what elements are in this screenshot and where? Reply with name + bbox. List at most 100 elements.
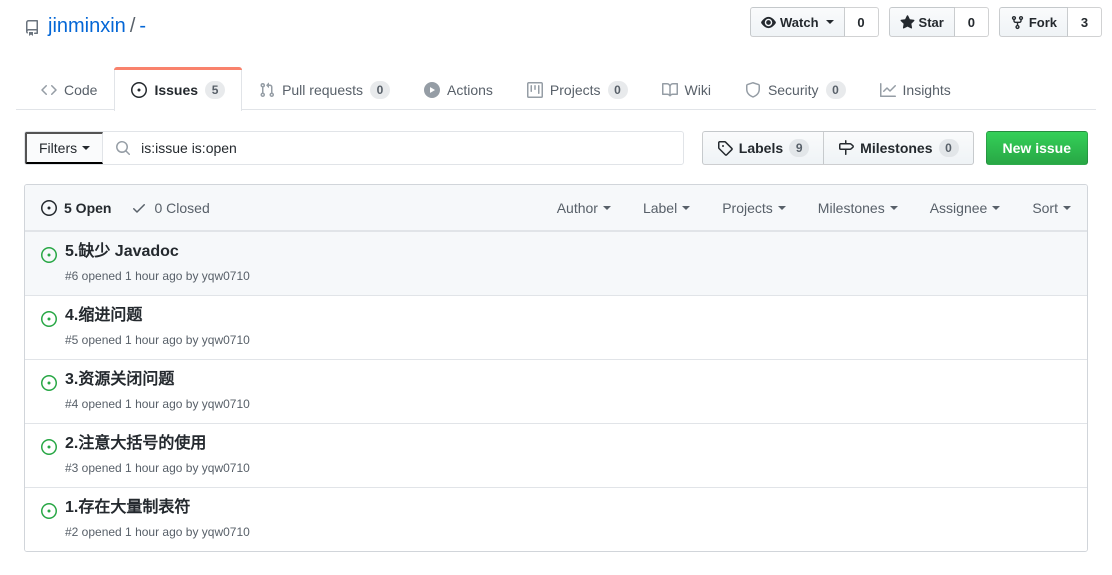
- issues-list-container: 5 Open 0 Closed Author Label Projects Mi…: [24, 184, 1088, 552]
- author-filter-label: Author: [556, 199, 598, 216]
- tab-insights[interactable]: Insights: [863, 67, 968, 111]
- sort-filter[interactable]: Sort: [1032, 200, 1071, 216]
- labels-button-label: Labels: [738, 140, 784, 156]
- tab-pull-requests-label: Pull requests: [282, 81, 363, 98]
- labels-button[interactable]: Labels 9: [703, 132, 823, 164]
- issue-meta: #5 opened 1 hour ago by yqw0710: [65, 333, 250, 347]
- tab-projects-label: Projects: [549, 81, 601, 98]
- fork-label: Fork: [1028, 14, 1057, 30]
- git-pull-request-icon: [260, 82, 275, 97]
- tag-icon: [717, 141, 733, 156]
- issue-title[interactable]: 1.存在大量制表符: [65, 496, 250, 520]
- assignee-filter[interactable]: Assignee: [930, 200, 1001, 216]
- filters-search-group: Filters: [24, 131, 684, 165]
- projects-filter[interactable]: Projects: [722, 200, 786, 216]
- tab-issues-label: Issues: [154, 81, 199, 98]
- issue-meta: #2 opened 1 hour ago by yqw0710: [65, 525, 250, 539]
- chevron-down-icon: [602, 205, 611, 210]
- tab-projects[interactable]: Projects 0: [510, 67, 645, 111]
- search-icon: [116, 141, 131, 156]
- fork-icon: [1011, 15, 1023, 29]
- tab-wiki[interactable]: Wiki: [645, 67, 728, 111]
- graph-icon: [879, 82, 896, 97]
- chevron-down-icon: [889, 205, 898, 210]
- code-icon: [41, 84, 57, 95]
- star-button[interactable]: Star: [888, 7, 955, 37]
- open-issues-filter[interactable]: 5 Open: [41, 199, 112, 216]
- issue-main: 1.存在大量制表符 #2 opened 1 hour ago by yqw071…: [65, 496, 250, 541]
- search-input[interactable]: [141, 140, 671, 156]
- table-row[interactable]: 2.注意大括号的使用 #3 opened 1 hour ago by yqw07…: [25, 423, 1087, 487]
- watch-button-group: Watch 0: [750, 7, 879, 37]
- issue-opened-icon: [41, 503, 57, 519]
- table-row[interactable]: 5.缺少 Javadoc #6 opened 1 hour ago by yqw…: [25, 231, 1087, 295]
- watch-count[interactable]: 0: [844, 7, 879, 37]
- issue-title[interactable]: 5.缺少 Javadoc: [65, 240, 250, 264]
- fork-button[interactable]: Fork: [998, 7, 1068, 37]
- issue-opened-icon: [41, 439, 57, 455]
- filters-button-label: Filters: [39, 140, 78, 156]
- eye-icon: [761, 16, 776, 28]
- issue-main: 4.缩进问题 #5 opened 1 hour ago by yqw0710: [65, 304, 250, 349]
- tab-code[interactable]: Code: [24, 67, 114, 111]
- table-row[interactable]: 4.缩进问题 #5 opened 1 hour ago by yqw0710: [25, 295, 1087, 359]
- tab-security-counter: 0: [825, 80, 846, 99]
- repo-separator: /: [129, 15, 136, 37]
- issues-header-filters: Author Label Projects Milestones Assigne…: [557, 200, 1071, 216]
- issue-title[interactable]: 3.资源关闭问题: [65, 368, 250, 392]
- open-issues-label: 5 Open: [64, 199, 112, 216]
- milestones-button-label: Milestones: [860, 140, 933, 156]
- table-row[interactable]: 1.存在大量制表符 #2 opened 1 hour ago by yqw071…: [25, 487, 1087, 551]
- labels-milestones-group: Labels 9 Milestones 0: [701, 131, 974, 165]
- tab-pull-requests[interactable]: Pull requests 0: [242, 67, 407, 111]
- issue-title[interactable]: 4.缩进问题: [65, 304, 250, 328]
- chevron-down-icon: [825, 20, 834, 24]
- chevron-down-icon: [1063, 205, 1071, 210]
- label-filter-label: Label: [642, 199, 678, 216]
- new-issue-button[interactable]: New issue: [985, 131, 1088, 165]
- chevron-down-icon: [682, 205, 691, 210]
- repo-owner-link[interactable]: jinminxin: [48, 14, 126, 39]
- shield-icon: [745, 81, 760, 98]
- watch-button[interactable]: Watch: [750, 7, 845, 37]
- issue-title[interactable]: 2.注意大括号的使用: [65, 432, 250, 456]
- milestones-button[interactable]: Milestones 0: [823, 132, 972, 164]
- tab-security[interactable]: Security 0: [728, 67, 863, 111]
- search-wrap: [103, 132, 683, 164]
- tab-issues-counter: 5: [205, 80, 226, 99]
- tab-actions[interactable]: Actions: [407, 67, 510, 111]
- play-icon: [424, 81, 440, 98]
- project-icon: [526, 81, 543, 98]
- issue-opened-icon: [131, 81, 148, 98]
- closed-issues-filter[interactable]: 0 Closed: [131, 200, 210, 216]
- watch-label: Watch: [780, 14, 819, 30]
- chevron-down-icon: [82, 146, 91, 150]
- star-label: Star: [918, 14, 944, 30]
- book-icon: [661, 82, 678, 96]
- tab-code-label: Code: [64, 81, 98, 98]
- issues-list-header: 5 Open 0 Closed Author Label Projects Mi…: [25, 185, 1087, 231]
- repo-nav-tabs: Code Issues 5 Pull requests 0 Actions Pr…: [16, 64, 1096, 111]
- pagehead-actions: Watch 0 Star 0 Fork 3: [750, 7, 1102, 37]
- issues-subnav: Filters Labels 9: [24, 131, 1088, 165]
- tab-issues[interactable]: Issues 5: [114, 67, 243, 111]
- milestones-filter[interactable]: Milestones: [818, 200, 898, 216]
- table-row[interactable]: 3.资源关闭问题 #4 opened 1 hour ago by yqw0710: [25, 359, 1087, 423]
- star-button-group: Star 0: [888, 7, 989, 37]
- check-icon: [133, 203, 146, 213]
- issue-opened-icon: [41, 311, 57, 327]
- star-count[interactable]: 0: [954, 7, 989, 37]
- label-filter[interactable]: Label: [642, 199, 691, 216]
- issue-opened-icon: [41, 375, 57, 391]
- repo-name-link[interactable]: -: [139, 14, 146, 39]
- fork-count[interactable]: 3: [1068, 7, 1102, 37]
- issue-meta: #3 opened 1 hour ago by yqw0710: [65, 461, 250, 475]
- tab-wiki-label: Wiki: [684, 81, 711, 98]
- labels-counter: 9: [789, 139, 810, 157]
- issue-meta: #4 opened 1 hour ago by yqw0710: [65, 397, 250, 411]
- author-filter[interactable]: Author: [557, 200, 611, 216]
- issue-meta: #6 opened 1 hour ago by yqw0710: [65, 269, 250, 283]
- filters-button[interactable]: Filters: [25, 132, 104, 164]
- github-issues-page: jinminxin / - Watch 0 Star 0 Fork 3 Code…: [0, 0, 1112, 575]
- chevron-down-icon: [777, 205, 786, 210]
